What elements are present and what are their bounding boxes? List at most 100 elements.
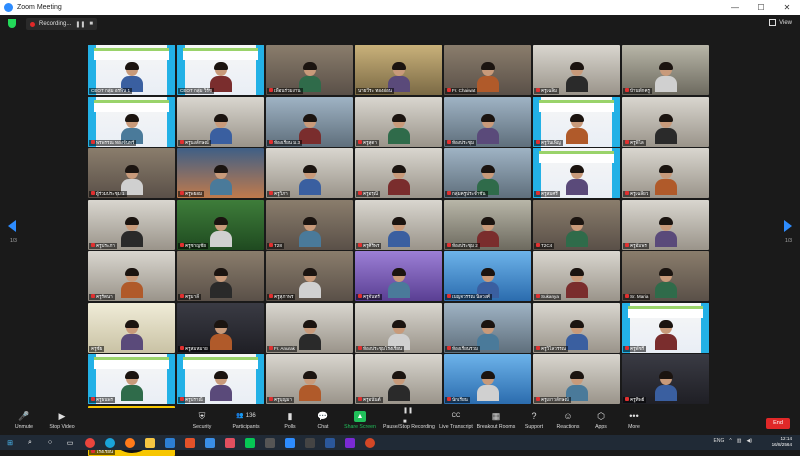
share-screen-button[interactable]: ▲ Share Screen: [336, 411, 384, 430]
security-shield-icon[interactable]: [8, 19, 16, 28]
zoom-taskbar-icon[interactable]: [285, 437, 295, 448]
store-icon[interactable]: [205, 437, 215, 448]
line-app-icon[interactable]: [245, 437, 255, 448]
close-button[interactable]: ✕: [774, 3, 800, 12]
participant-name-text: ห้องประชุมโรงเรียน: [363, 345, 403, 351]
video-tile[interactable]: ครูนงลักษณ์: [177, 96, 264, 147]
video-tile[interactable]: เบญจวรรณ นิลวงศ์: [444, 251, 531, 301]
task-view-icon[interactable]: ○: [45, 438, 55, 448]
camera-app-icon[interactable]: [305, 437, 315, 448]
video-tile[interactable]: ครูอัมพร: [622, 199, 709, 250]
mail-icon[interactable]: [165, 437, 175, 448]
video-tile[interactable]: ครูปราณี: [177, 354, 264, 404]
photos-icon[interactable]: [225, 437, 235, 448]
next-page-arrow-icon[interactable]: [784, 220, 792, 232]
video-tile[interactable]: ครูพัชรี: [622, 302, 709, 353]
video-tile[interactable]: ครูอนันต์: [355, 354, 442, 404]
participant-name-text: ครูบุญมา: [274, 397, 292, 402]
video-tile[interactable]: ครูจันทร์: [355, 251, 442, 301]
video-tile[interactable]: Fr. Chaiwat: [444, 45, 531, 95]
participant-figure: [654, 319, 677, 350]
video-tile[interactable]: ครูเฉลิม: [533, 45, 620, 95]
muted-microphone-icon: [625, 294, 629, 298]
participant-name-text: T2C4: [541, 242, 553, 248]
video-tile[interactable]: นักเรียน: [444, 354, 531, 404]
video-tile[interactable]: ครูสุภาพร: [266, 251, 353, 301]
video-tile[interactable]: ครูสมศรี: [533, 148, 620, 198]
video-tile[interactable]: CEOT กลุ่ม อรพิน 1: [88, 45, 175, 95]
video-tile[interactable]: ครูศิริพร: [355, 199, 442, 250]
video-tile[interactable]: ห้องเรียนรวม: [444, 302, 531, 353]
volume-icon[interactable]: ◀): [746, 438, 752, 444]
office-icon[interactable]: [185, 437, 195, 448]
video-tile[interactable]: ครูเยาวลักษณ์: [533, 354, 620, 404]
video-tile[interactable]: ห้องประชุม 2: [444, 199, 531, 250]
video-tile[interactable]: ครูบุญมา: [266, 354, 353, 404]
video-tile[interactable]: ครูสมหมาย: [177, 302, 264, 353]
clock[interactable]: 12:14 16/8/2564: [772, 436, 792, 448]
video-tile[interactable]: ครูธนพร: [88, 354, 175, 404]
video-tile[interactable]: Sukanya: [533, 251, 620, 301]
previous-page-arrow-icon[interactable]: [8, 220, 16, 232]
network-icon[interactable]: ▥: [737, 438, 742, 444]
video-tile[interactable]: ผู้ร่วมประชุม 1: [88, 148, 175, 198]
video-tile[interactable]: ครูชาญชัย: [177, 199, 264, 250]
maximize-button[interactable]: ☐: [748, 3, 774, 12]
reactions-smiley-icon: ☺: [563, 411, 573, 421]
language-indicator[interactable]: ENG: [714, 438, 725, 444]
muted-microphone-icon: [536, 242, 540, 247]
video-tile[interactable]: เพื่อนร่วมงาน: [266, 45, 353, 95]
muted-microphone-icon: [447, 139, 451, 144]
video-tile[interactable]: ครูมาลี: [177, 251, 264, 301]
more-button[interactable]: ••• More: [610, 411, 658, 430]
video-tile[interactable]: ครูพิไล: [622, 96, 709, 147]
video-tile[interactable]: บ้านพักครู: [622, 45, 709, 95]
video-tile[interactable]: ครูวิภา: [266, 148, 353, 198]
video-tile[interactable]: กลุ่มครูประจำชั้น: [444, 148, 531, 198]
security-button[interactable]: ⛨ Security: [178, 411, 226, 430]
video-tile[interactable]: ครูสุดา: [355, 96, 442, 147]
video-tile[interactable]: Fr. Anurak: [266, 302, 353, 353]
minimize-button[interactable]: —: [722, 3, 748, 12]
video-tile[interactable]: ครูรัตนา: [88, 251, 175, 301]
video-tile[interactable]: ครูทิพย์: [622, 354, 709, 404]
pause-recording-icon[interactable]: ❚❚: [75, 21, 85, 28]
video-tile[interactable]: ครูเฉลียว: [622, 148, 709, 198]
video-tile[interactable]: ห้องประชุม: [444, 96, 531, 147]
video-tile[interactable]: ห้องเรียน ม.3: [266, 96, 353, 147]
windows-start-icon[interactable]: ⊞: [5, 438, 15, 448]
participant-name: ครูประภา: [89, 242, 117, 249]
muted-microphone-icon: [269, 88, 273, 92]
video-tile[interactable]: พรพรรณ ทองจันทร์: [88, 96, 175, 147]
stop-video-button[interactable]: ▶ Stop Video: [38, 411, 86, 430]
video-tile[interactable]: ครูชัย: [88, 302, 175, 353]
view-button[interactable]: View: [769, 19, 792, 26]
word-icon[interactable]: [325, 437, 335, 448]
chevron-up-icon[interactable]: ^: [729, 438, 731, 444]
video-tile[interactable]: นายวีระ ทองอ่อน: [355, 45, 442, 95]
powerpoint-icon[interactable]: [365, 437, 375, 448]
video-app-icon[interactable]: [345, 437, 355, 448]
media-icon[interactable]: [265, 437, 275, 448]
participants-button[interactable]: 👥 136 Participants: [222, 411, 270, 430]
video-tile[interactable]: ครูวิไลวรรณ: [533, 302, 620, 353]
video-tile[interactable]: T2C4: [533, 199, 620, 250]
video-tile[interactable]: ครูอรุณี: [355, 148, 442, 198]
chrome-icon[interactable]: [85, 437, 95, 448]
video-tile[interactable]: CEOT กลุ่ม วิรัช: [177, 45, 264, 95]
edge-icon[interactable]: [105, 437, 115, 448]
end-meeting-button[interactable]: End: [766, 418, 790, 429]
file-explorer-icon[interactable]: [145, 437, 155, 448]
search-icon[interactable]: ⌕: [25, 438, 35, 448]
video-tile[interactable]: ครูวันเพ็ญ: [533, 96, 620, 147]
taskview-windows-icon[interactable]: ▭: [65, 438, 75, 448]
pause-stop-recording-button[interactable]: ❚❚ ■ Pause/Stop Recording: [383, 408, 435, 431]
video-tile[interactable]: T28: [266, 199, 353, 250]
stop-recording-icon[interactable]: ■: [89, 21, 93, 27]
video-tile[interactable]: Sr. Maria: [622, 251, 709, 301]
participant-name: ครูอัมพร: [623, 242, 649, 249]
video-tile[interactable]: ครูประภา: [88, 199, 175, 250]
video-tile[interactable]: ห้องประชุมโรงเรียน: [355, 302, 442, 353]
firefox-icon[interactable]: [125, 437, 135, 448]
video-tile[interactable]: ครูพยอม: [177, 148, 264, 198]
